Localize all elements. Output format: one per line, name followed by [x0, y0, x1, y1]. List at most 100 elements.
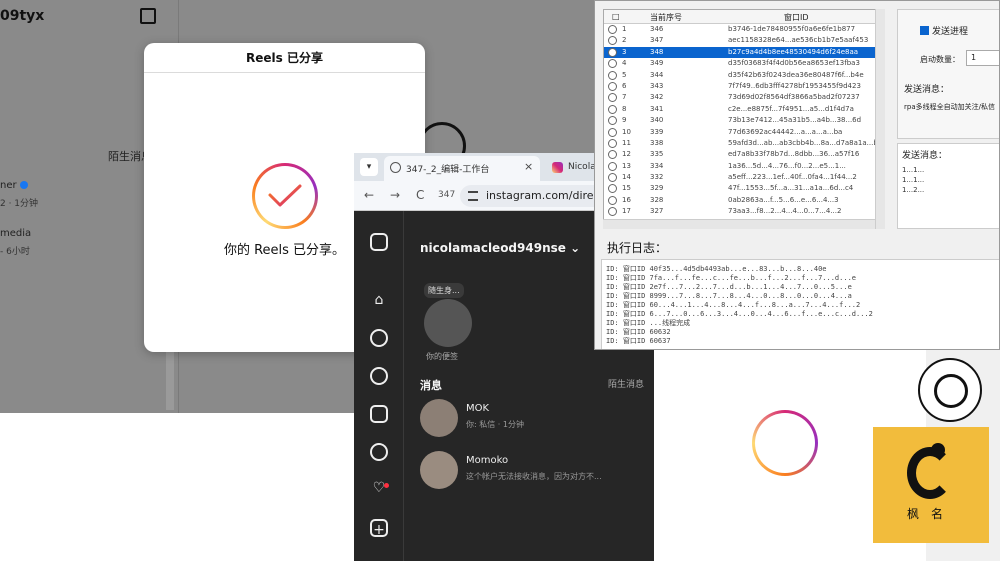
- row-checkbox[interactable]: [608, 93, 617, 103]
- row-cell: 9: [622, 116, 627, 125]
- row-cell: 328: [650, 195, 664, 204]
- table-row[interactable]: 12 335 ed7a8b33f78b7d...8dbb...36...a57f16: [604, 149, 884, 160]
- instagram-nav-rail: ⌂ ♡ +: [354, 211, 404, 561]
- automation-tool-window: □ 当前序号 窗口ID 1 346 b3746-1de78480955f0a6e6f…: [594, 0, 1000, 350]
- bg-username[interactable]: 09tyx: [0, 8, 44, 24]
- header-window-id[interactable]: 窗口ID: [784, 12, 809, 23]
- vertical-scrollbar[interactable]: [875, 9, 885, 229]
- conversation-name: Momoko: [466, 455, 509, 466]
- row-cell: 3: [622, 47, 627, 56]
- table-row[interactable]: 1 346 b3746-1de78480955f0a6e6fe1b877: [604, 24, 884, 35]
- dialog-title: Reels 已分享: [144, 43, 425, 73]
- horizontal-scrollbar[interactable]: [603, 219, 875, 229]
- avatar: [420, 451, 458, 489]
- table-row[interactable]: 15 329 47f...1553...5f...a...31...a1a...6d…: [604, 183, 884, 194]
- table-row[interactable]: 16 328 0ab2863a...f...5...6...e...6...4...…: [604, 195, 884, 206]
- row-cell: 334: [650, 161, 664, 170]
- create-icon[interactable]: +: [370, 519, 388, 538]
- row-checkbox[interactable]: [608, 207, 617, 217]
- row-cell: 329: [650, 184, 664, 193]
- row-cell: b3746-1de78480955f0a6e6fe1b877: [728, 25, 856, 33]
- conversation-item[interactable]: Momoko 这个帐户无法接收消息，因为对方不...: [420, 451, 654, 495]
- table-row[interactable]: 3 348 b27c9a4d4b8ee48530494d6f24e8aa: [604, 46, 884, 59]
- heart-icon[interactable]: ♡: [370, 479, 388, 497]
- row-checkbox[interactable]: [608, 184, 617, 194]
- profile-number: 347: [438, 190, 456, 200]
- tab-editor[interactable]: 347-_2_编辑-工作台 ×: [384, 156, 540, 181]
- close-tab-icon[interactable]: ×: [524, 160, 533, 173]
- messenger-icon[interactable]: [918, 358, 982, 422]
- strangers-link[interactable]: 陌生消息: [608, 377, 644, 390]
- table-row[interactable]: 14 332 a5eff...223...1ef...40f...0fa4...1f…: [604, 172, 884, 183]
- row-cell: 342: [650, 93, 664, 102]
- row-checkbox[interactable]: [608, 36, 617, 46]
- scrollbar[interactable]: [166, 350, 174, 410]
- table-row[interactable]: 4 349 d35f03683f4f4d0b56ea8653ef13fba3: [604, 58, 884, 69]
- row-checkbox[interactable]: [608, 70, 617, 80]
- forward-button[interactable]: →: [390, 188, 400, 202]
- row-checkbox[interactable]: [608, 138, 617, 148]
- row-checkbox[interactable]: [608, 127, 617, 137]
- row-checkbox[interactable]: [608, 150, 617, 160]
- row-checkbox[interactable]: [608, 195, 617, 205]
- reload-button[interactable]: C: [416, 188, 424, 202]
- table-row[interactable]: 17 327 73aa3...f8...2...4...4...0...7...4.…: [604, 206, 884, 217]
- table-row[interactable]: 7 342 73d69d02f8564df3866a5bad2f07237: [604, 92, 884, 103]
- tab-search-button[interactable]: ▾: [360, 158, 378, 176]
- account-switcher[interactable]: nicolamacleod949nse ⌄: [420, 241, 580, 255]
- table-row[interactable]: 6 343 7f7f49..6db3fff4278bf1953455f9d423: [604, 81, 884, 92]
- row-checkbox[interactable]: [608, 25, 617, 34]
- table-row[interactable]: 5 344 d35f42b63f0243dea36e80487f6f...b4e: [604, 70, 884, 81]
- table-row[interactable]: 2 347 aec1158328e64...ae536cb1b7e5aaf453: [604, 35, 884, 46]
- table-row[interactable]: 11 338 59afd3d...ab...ab3cbb4b...8a...d7a8…: [604, 138, 884, 149]
- notification-dot: [384, 483, 389, 488]
- execution-log[interactable]: ID: 窗口ID 40f35...4d5db4493ab...e...83...…: [601, 259, 999, 349]
- message-line: 1...1...: [902, 166, 925, 174]
- auto-send-checkbox[interactable]: [920, 26, 929, 35]
- row-checkbox[interactable]: [608, 161, 617, 171]
- row-cell: 8: [622, 104, 627, 113]
- avatar[interactable]: [424, 299, 472, 347]
- row-checkbox[interactable]: [608, 81, 617, 91]
- logo-mark-icon: [907, 447, 953, 499]
- verified-icon: [19, 181, 28, 189]
- table-row[interactable]: 13 334 1a36...5d...4...76...f0...2...e5...…: [604, 161, 884, 172]
- threads-label: 启动数量：: [920, 55, 960, 64]
- account-username: nicolamacleod949nse: [420, 241, 566, 255]
- row-cell: 73b13e7412...45a31b5...a4b...38...6d: [728, 116, 862, 125]
- table-row[interactable]: 9 340 73b13e7412...45a31b5...a4b...38...6d: [604, 115, 884, 126]
- row-cell: 1a36...5d...4...76...f0...2...e5...1...: [728, 161, 846, 170]
- table-row[interactable]: 8 341 c2e...e8875f...7f4951...a5...d1f4d7a: [604, 104, 884, 115]
- table-row[interactable]: 10 339 77d63692ac44442...a...a...a...ba: [604, 127, 884, 138]
- checkmark-icon: [268, 184, 302, 207]
- row-checkbox[interactable]: [608, 104, 617, 114]
- messenger-icon[interactable]: [370, 443, 388, 461]
- bg-conversation-name[interactable]: ner: [0, 180, 28, 191]
- threads-input[interactable]: 1: [966, 50, 999, 66]
- compose-icon[interactable]: [140, 8, 156, 24]
- instagram-logo-icon[interactable]: [370, 233, 388, 251]
- conversation-item[interactable]: MOK 你: 私信 · 1分钟: [420, 399, 654, 443]
- note-bubble[interactable]: 随生身...: [424, 283, 464, 298]
- search-icon[interactable]: [370, 329, 388, 347]
- reels-icon[interactable]: [370, 405, 388, 423]
- row-cell: 7f7f49..6db3fff4278bf1953455f9d423: [728, 81, 861, 90]
- row-cell: 73d69d02f8564df3866a5bad2f07237: [728, 93, 860, 102]
- header-seq[interactable]: 当前序号: [650, 12, 682, 23]
- send-message-text[interactable]: rpa多线程全自动加关注/私信: [904, 102, 995, 112]
- row-cell: 339: [650, 127, 664, 136]
- row-checkbox[interactable]: [608, 116, 617, 126]
- bg-conversation-name[interactable]: media: [0, 228, 31, 239]
- row-cell: 346: [650, 25, 664, 33]
- header-check[interactable]: □: [612, 12, 620, 21]
- row-cell: c2e...e8875f...7f4951...a5...d1f4d7a: [728, 104, 854, 113]
- site-settings-icon[interactable]: [468, 191, 478, 201]
- window-list[interactable]: □ 当前序号 窗口ID 1 346 b3746-1de78480955f0a6e6f…: [603, 9, 885, 229]
- explore-icon[interactable]: [370, 367, 388, 385]
- home-icon[interactable]: ⌂: [370, 291, 388, 309]
- back-button[interactable]: ←: [364, 188, 374, 202]
- row-checkbox[interactable]: [608, 47, 617, 57]
- row-checkbox[interactable]: [608, 59, 617, 69]
- message-panel[interactable]: 发送消息： 1...1... 1...1... 1...2...: [897, 143, 999, 229]
- row-checkbox[interactable]: [608, 173, 617, 183]
